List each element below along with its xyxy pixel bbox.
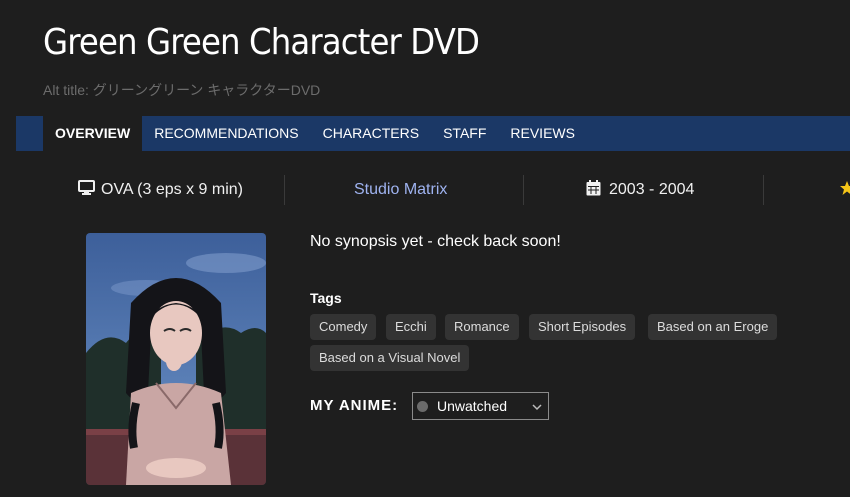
nav-bar: OVERVIEW RECOMMENDATIONS CHARACTERS STAF… bbox=[16, 116, 850, 151]
tags-heading: Tags bbox=[310, 290, 342, 306]
tab-recommendations[interactable]: RECOMMENDATIONS bbox=[142, 116, 310, 151]
meta-divider bbox=[284, 175, 285, 205]
my-anime-label: MY ANIME: bbox=[310, 397, 399, 414]
tab-overview[interactable]: OVERVIEW bbox=[43, 116, 143, 151]
tag-short-episodes[interactable]: Short Episodes bbox=[529, 314, 636, 340]
watch-status-select[interactable]: Unwatched bbox=[412, 392, 549, 420]
page-title: Green Green Character DVD bbox=[43, 22, 480, 63]
rating-info bbox=[840, 173, 850, 207]
format-text: OVA (3 eps x 9 min) bbox=[101, 181, 243, 198]
cover-image bbox=[86, 233, 266, 485]
years-text: 2003 - 2004 bbox=[609, 181, 695, 198]
tag-ecchi[interactable]: Ecchi bbox=[386, 314, 436, 340]
years-info: 2003 - 2004 bbox=[586, 173, 694, 207]
tab-characters[interactable]: CHARACTERS bbox=[311, 116, 431, 151]
tab-reviews[interactable]: REVIEWS bbox=[498, 116, 587, 151]
synopsis-text: No synopsis yet - check back soon! bbox=[310, 233, 561, 250]
alt-title: Alt title: グリーングリーン キャラクターDVD bbox=[43, 82, 321, 98]
calendar-icon bbox=[586, 179, 601, 201]
meta-divider bbox=[763, 175, 764, 205]
tag-romance[interactable]: Romance bbox=[445, 314, 519, 340]
meta-divider bbox=[523, 175, 524, 205]
watch-status-value: Unwatched bbox=[437, 398, 508, 414]
studio-link[interactable]: Studio Matrix bbox=[354, 173, 447, 207]
chevron-down-icon bbox=[531, 400, 543, 412]
tag-based-on-an-eroge[interactable]: Based on an Eroge bbox=[648, 314, 778, 340]
format-info: OVA (3 eps x 9 min) bbox=[78, 173, 243, 207]
star-icon bbox=[840, 180, 850, 200]
status-dot bbox=[417, 400, 428, 412]
tag-comedy[interactable]: Comedy bbox=[310, 314, 377, 340]
tab-staff[interactable]: STAFF bbox=[431, 116, 498, 151]
meta-bar: OVA (3 eps x 9 min) Studio Matrix 2003 -… bbox=[0, 173, 850, 207]
tag-based-on-a-visual-novel[interactable]: Based on a Visual Novel bbox=[310, 345, 470, 371]
monitor-icon bbox=[78, 180, 95, 200]
